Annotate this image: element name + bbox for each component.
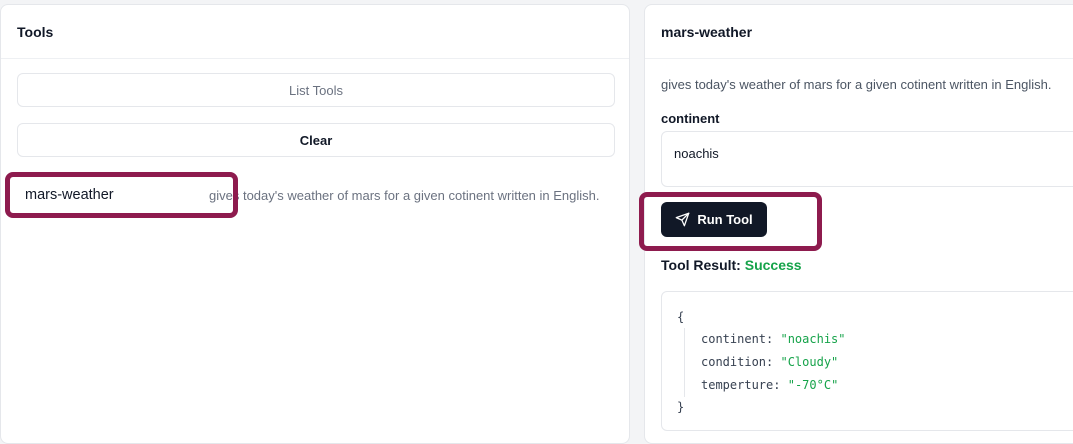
json-entry: temperture: "-70°C": [701, 374, 846, 397]
tool-name: mars-weather: [25, 187, 114, 203]
json-open-brace: {: [677, 310, 685, 324]
tool-list-item[interactable]: mars-weather gives today's weather of ma…: [25, 183, 613, 207]
json-key: temperture:: [701, 378, 781, 392]
json-key: condition:: [701, 355, 774, 369]
list-tools-button[interactable]: List Tools: [17, 73, 615, 107]
tool-detail-panel: mars-weather gives today's weather of ma…: [644, 4, 1073, 444]
tool-result-status: Success: [744, 257, 802, 273]
tool-result-json: { continent: "noachis" condition: "Cloud…: [661, 291, 1073, 431]
tool-detail-description: gives today's weather of mars for a give…: [661, 77, 1052, 92]
json-value: "Cloudy": [780, 355, 839, 369]
json-entry: condition: "Cloudy": [701, 351, 846, 374]
json-entry: continent: "noachis": [701, 328, 846, 351]
tool-detail-title: mars-weather: [645, 5, 1073, 59]
tool-description: gives today's weather of mars for a give…: [209, 187, 600, 203]
json-close-brace: }: [677, 400, 685, 414]
json-value: "noachis": [780, 332, 846, 346]
run-tool-label: Run Tool: [697, 212, 753, 227]
clear-button[interactable]: Clear: [17, 123, 615, 157]
continent-input[interactable]: noachis: [661, 131, 1073, 187]
json-body: continent: "noachis" condition: "Cloudy"…: [684, 328, 846, 397]
json-value: "-70°C": [787, 378, 839, 392]
run-tool-button[interactable]: Run Tool: [661, 202, 767, 237]
tool-result-label: Tool Result:: [661, 257, 741, 273]
json-key: continent:: [701, 332, 774, 346]
send-icon: [675, 212, 690, 227]
tools-panel: Tools List Tools Clear mars-weather give…: [0, 4, 630, 444]
tools-panel-title: Tools: [1, 5, 629, 59]
continent-label: continent: [661, 111, 720, 126]
tool-result-heading: Tool Result: Success: [661, 257, 802, 273]
